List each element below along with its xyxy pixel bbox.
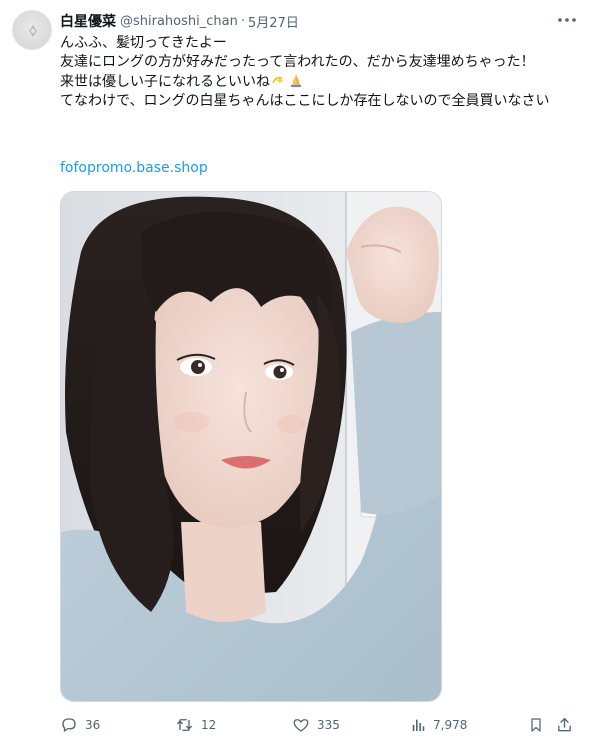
reply-button[interactable]: 36 [60, 714, 100, 736]
promo-link[interactable]: fofopromo.base.shop [60, 160, 208, 176]
tweet-photo[interactable] [60, 191, 442, 702]
heart-icon [293, 719, 309, 732]
bookmark-icon [531, 718, 541, 732]
views-chart-icon [412, 719, 425, 731]
header-separator: · [240, 13, 245, 29]
action-bar: 36 12 335 7,978 [60, 714, 579, 736]
user-handle[interactable]: @shirahoshi_chan [120, 14, 238, 29]
avatar-icon [29, 25, 37, 37]
repost-count: 12 [201, 718, 217, 732]
reply-icon [62, 718, 76, 732]
views-count: 7,978 [433, 718, 468, 732]
tweet-line-3-text: 来世は優しい子になれるといいね [60, 74, 270, 90]
tweet-line-3: 来世は優しい子になれるといいね [60, 72, 580, 92]
more-options-button[interactable] [557, 12, 577, 28]
share-button[interactable] [556, 714, 573, 736]
views-button[interactable]: 7,978 [410, 714, 467, 736]
tweet-text: んふふ、髪切ってきたよー 友達にロングの方が好みだったって言われたの、だから友達… [60, 34, 580, 111]
folded-hands-icon [291, 74, 301, 87]
repost-icon [177, 719, 192, 731]
share-icon [558, 717, 571, 732]
tweet-header: 白星優菜 @shirahoshi_chan · 5月27日 [60, 11, 553, 31]
bookmark-button[interactable] [528, 714, 544, 736]
tweet-line-4: てなわけで、ロングの白星ちゃんはここにしか存在しないので全員買いなさい [60, 93, 550, 109]
like-count: 335 [317, 718, 340, 732]
avatar[interactable] [12, 10, 52, 50]
reply-count: 36 [85, 718, 101, 732]
tweet-line-1: んふふ、髪切ってきたよー [60, 35, 227, 51]
like-button[interactable]: 335 [292, 714, 340, 736]
dizzy-icon [272, 76, 284, 84]
selfie-photo [61, 192, 441, 701]
tweet-line-2: 友達にロングの方が好みだったって言われたの、だから友達埋めちゃった！ [60, 54, 535, 70]
tweet: 白星優菜 @shirahoshi_chan · 5月27日 んふふ、髪切ってきた… [0, 0, 593, 744]
repost-button[interactable]: 12 [175, 714, 216, 736]
post-date[interactable]: 5月27日 [248, 12, 299, 31]
display-name[interactable]: 白星優菜 [60, 11, 116, 31]
more-options-icon [558, 18, 576, 22]
